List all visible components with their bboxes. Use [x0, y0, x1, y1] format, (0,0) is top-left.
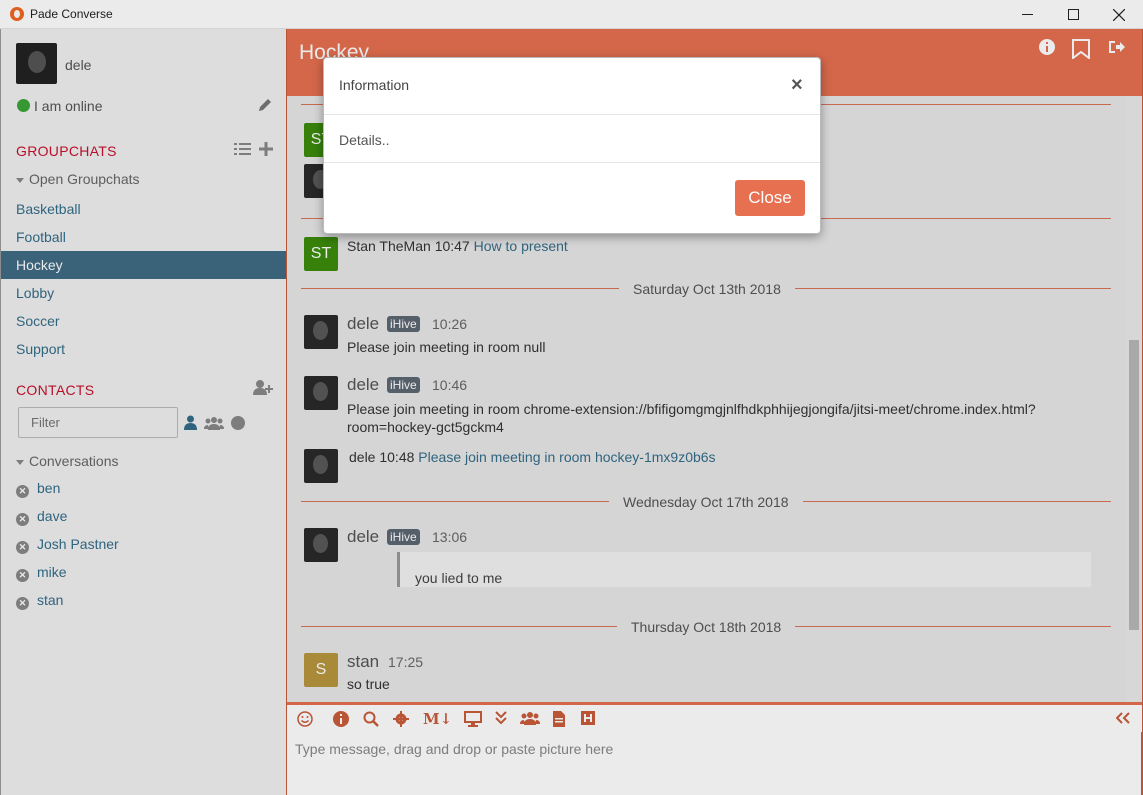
modal-title: Information: [339, 77, 410, 93]
information-modal: Information × Details.. Close: [323, 57, 821, 234]
modal-close-icon[interactable]: ×: [791, 75, 803, 95]
modal-divider: [324, 114, 820, 115]
modal-divider: [324, 162, 820, 163]
modal-body-text: Details..: [339, 132, 390, 148]
modal-close-button[interactable]: Close: [735, 180, 805, 216]
